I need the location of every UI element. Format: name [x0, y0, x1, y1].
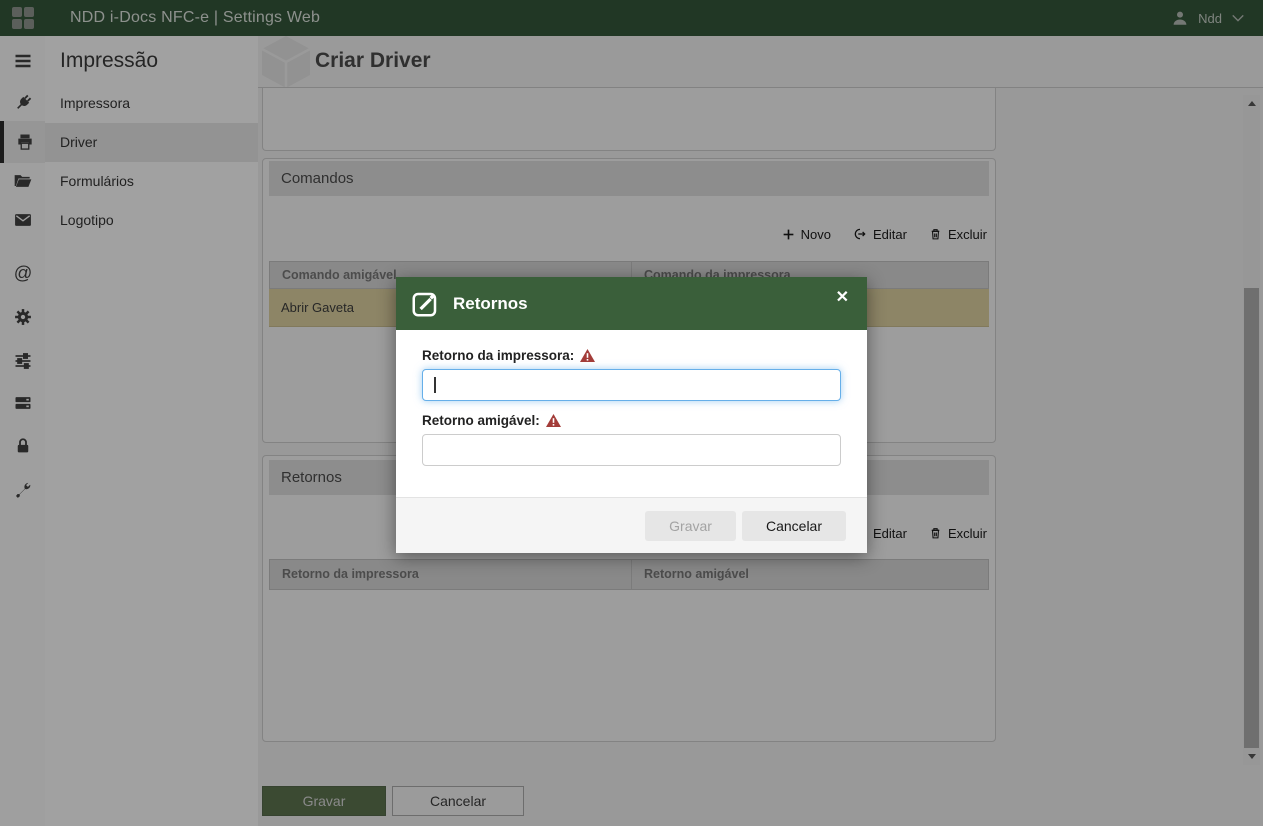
modal-gravar-button[interactable]: Gravar [645, 511, 736, 541]
warning-icon [546, 414, 561, 427]
label-text: Retorno da impressora: [422, 348, 574, 363]
warning-icon [580, 349, 595, 362]
modal-header: Retornos ✕ [396, 277, 867, 330]
close-icon[interactable]: ✕ [832, 286, 853, 310]
modal-footer: Gravar Cancelar [396, 497, 867, 553]
modal-cancelar-button[interactable]: Cancelar [742, 511, 846, 541]
modal-body: Retorno da impressora: Retorno amigável: [396, 330, 867, 466]
app-window: NDD i-Docs NFC-e | Settings Web Ndd [0, 0, 1263, 826]
retornos-modal: Retornos ✕ Retorno da impressora: Retorn… [396, 277, 867, 553]
retorno-impressora-input[interactable] [422, 369, 841, 401]
modal-title: Retornos [453, 294, 528, 314]
label-text: Retorno amigável: [422, 413, 540, 428]
field-label-retorno-amigavel: Retorno amigável: [422, 413, 841, 428]
edit-pencil-icon [410, 289, 440, 319]
field-label-retorno-impressora: Retorno da impressora: [422, 348, 841, 363]
retorno-amigavel-input[interactable] [422, 434, 841, 466]
text-caret [434, 377, 436, 393]
